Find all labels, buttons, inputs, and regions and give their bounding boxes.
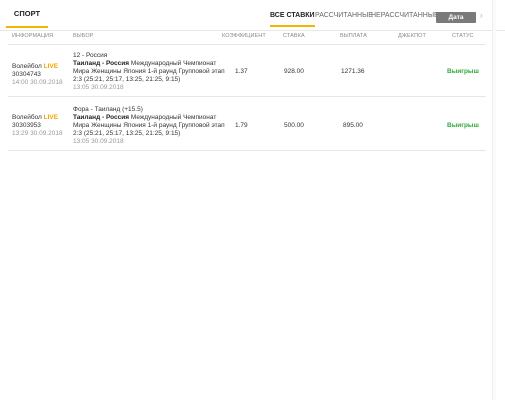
- bet-id: 30304743: [12, 71, 41, 78]
- tab-sport[interactable]: СПОРТ: [6, 8, 48, 28]
- event-time: 13:05 30.09.2018: [73, 138, 124, 145]
- coef-value: 1.37: [235, 68, 248, 75]
- bet-pick: 12 - Россия: [73, 52, 108, 59]
- match-name: Таиланд - Россия: [73, 114, 130, 121]
- event-line-2: Мира Женщины Япония 1-й раунд Групповой …: [73, 122, 225, 129]
- column-header-info: ИНФОРМАЦИЯ: [12, 33, 54, 39]
- bet-placed-time: 13:29 30.09.2018: [12, 130, 63, 137]
- stake-value: 500.00: [284, 122, 304, 129]
- sport-name: Волейбол: [12, 63, 42, 70]
- column-header-status: СТАТУС: [452, 33, 474, 39]
- event-line-1: Международный Чемпионат: [130, 114, 217, 121]
- row-divider: [8, 150, 486, 151]
- column-header-payout: ВЫПЛАТА: [340, 33, 367, 39]
- bet-id: 30303953: [12, 122, 41, 129]
- live-badge: LIVE: [43, 63, 59, 70]
- sport-cell: Волейбол LIVE: [12, 114, 58, 122]
- coef-value: 1.79: [235, 122, 248, 129]
- sport-cell: Волейбол LIVE: [12, 63, 58, 71]
- column-header-coef: КОЭФФИЦИЕНТ: [222, 33, 266, 39]
- event-line-2: Мира Женщины Япония 1-й раунд Групповой …: [73, 68, 225, 75]
- match-name: Таиланд - Россия: [73, 60, 130, 67]
- match-score: 2:3 (25:21, 25:17, 13:25, 21:25, 9:15): [73, 76, 181, 83]
- event-time: 13:05 30.09.2018: [73, 84, 124, 91]
- bet-pick: Фора - Таиланд (+15.5): [73, 106, 143, 113]
- filter-all-bets[interactable]: ВСЕ СТАВКИ: [270, 10, 315, 27]
- match-line: Таиланд - Россия Международный Чемпионат: [73, 114, 216, 122]
- status-badge: Выигрыш: [447, 68, 479, 75]
- chevron-right-icon[interactable]: ›: [480, 11, 483, 20]
- header-divider: [8, 44, 486, 45]
- stake-value: 928.00: [284, 68, 304, 75]
- date-button[interactable]: Дата: [436, 12, 476, 23]
- column-header-stake: СТАВКА: [283, 33, 305, 39]
- bet-placed-time: 14:00 30.09.2018: [12, 79, 63, 86]
- scrollbar[interactable]: [492, 0, 496, 400]
- filter-settled[interactable]: РАССЧИТАННЫЕ: [315, 10, 373, 22]
- event-line-1: Международный Чемпионат: [130, 60, 217, 67]
- top-bar: СПОРТ ВСЕ СТАВКИ РАССЧИТАННЫЕ НЕРАССЧИТА…: [0, 0, 505, 31]
- row-divider: [8, 96, 486, 97]
- payout-value: 895.00: [343, 122, 363, 129]
- column-header-jackpot: ДЖЕКПОТ: [398, 33, 426, 39]
- status-badge: Выигрыш: [447, 122, 479, 129]
- match-line: Таиланд - Россия Международный Чемпионат: [73, 60, 216, 68]
- payout-value: 1271.36: [341, 68, 365, 75]
- live-badge: LIVE: [43, 114, 59, 121]
- sport-name: Волейбол: [12, 114, 42, 121]
- column-header-selection: ВЫБОР: [73, 33, 94, 39]
- chevron-left-icon[interactable]: ‹: [429, 11, 432, 20]
- match-score: 2:3 (25:21, 25:17, 13:25, 21:25, 9:15): [73, 130, 181, 137]
